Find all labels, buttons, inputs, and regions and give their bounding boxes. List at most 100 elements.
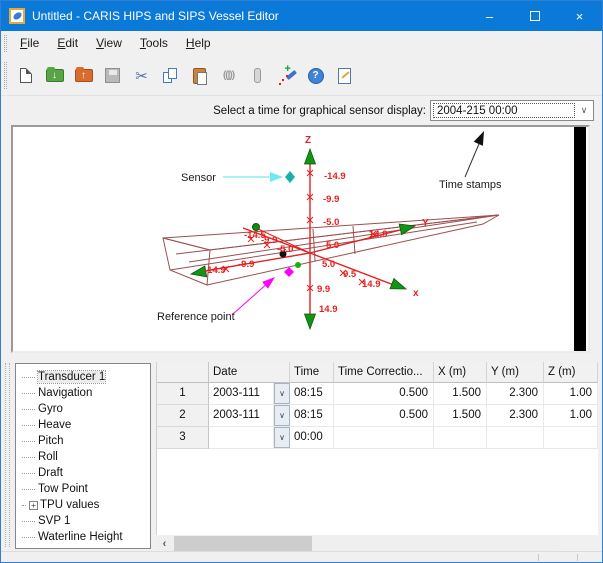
window-title: Untitled - CARIS HIPS and SIPS Vessel Ed… [32,9,467,23]
digitize-points-button[interactable]: + [272,62,301,90]
y-cell[interactable]: 2.300 [487,383,544,405]
caris-logo-blob [12,11,23,21]
help-icon: ? [308,68,324,84]
column-header-x[interactable]: X (m) [434,362,487,383]
date-cell[interactable]: 2003-111 [209,405,274,427]
open-vessel-button[interactable]: ↓ [40,62,69,90]
tree-item-gyro[interactable]: Gyro [16,401,150,417]
time-cell[interactable]: 08:15 [290,405,334,427]
minimize-button[interactable]: – [467,1,512,31]
app-icon [9,8,25,24]
tree-item-tow-point[interactable]: Tow Point [16,481,150,497]
time-cell[interactable]: 00:00 [290,427,334,449]
tree-gripper [9,363,10,547]
open-folder-icon: ↓ [46,69,64,82]
broadcast-icon: ((|)) [223,70,234,81]
time-correction-cell[interactable]: 0.500 [334,405,434,427]
sensor-arrow-head [270,172,283,182]
column-header-time[interactable]: Time [290,362,334,383]
menu-file[interactable]: File [11,31,48,56]
toolbar: ↓ ↑ ✂ ((|)) + ? [1,56,602,96]
column-header-z[interactable]: Z (m) [544,362,598,383]
sensor-annotation: Sensor [181,172,216,184]
date-cell[interactable]: 2003-111 [209,383,274,405]
y-cell[interactable] [487,427,544,449]
tree-item-roll[interactable]: Roll [16,449,150,465]
scroll-left-button[interactable]: ‹ [156,536,173,551]
menu-bar: File Edit View Tools Help [1,31,602,56]
x-cell[interactable] [434,427,487,449]
reference-point-marker [284,267,294,277]
expand-icon[interactable]: + [29,501,38,510]
statusbar-separator [577,554,578,561]
tree-item-svp-1[interactable]: SVP 1 [16,513,150,529]
tree-item-navigation[interactable]: Navigation [16,385,150,401]
copy-button[interactable] [156,62,185,90]
reference-point-annotation: Reference point [157,311,235,323]
new-file-button[interactable] [11,62,40,90]
maximize-button[interactable] [512,1,557,31]
axis-tick-label: 14.9 [362,279,381,290]
cut-button[interactable]: ✂ [127,62,156,90]
reference-arrow-line [233,282,269,314]
column-header-y[interactable]: Y (m) [487,362,544,383]
save-vessel-as-button[interactable]: ↑ [69,62,98,90]
x-cell[interactable]: 1.500 [434,383,487,405]
axis-tick-label: 9.5 [343,269,357,280]
sensor-data-table: Date Time Time Correctio... X (m) Y (m) … [156,362,598,535]
timestamps-arrow-head [474,129,489,146]
y-axis-label: Y [422,218,429,229]
paste-icon [193,68,206,84]
column-header-time-correction[interactable]: Time Correctio... [334,362,434,383]
row-header[interactable]: 1 [157,383,209,405]
menu-edit[interactable]: Edit [48,31,87,56]
diagram-ticks: -14.9-9.9-5.0-14.5-9.9-5.05.05.09.514.91… [204,171,388,315]
z-cell[interactable]: 1.00 [544,383,598,405]
copy-icon [162,67,180,85]
date-cell[interactable] [209,427,274,449]
sensor-time-combobox[interactable]: 2004-215 00:00 ∨ [430,100,594,121]
tree-item-transducer-1[interactable]: Transducer 1 [16,369,150,385]
y-cell[interactable]: 2.300 [487,405,544,427]
tree-item-heave[interactable]: Heave [16,417,150,433]
menu-view[interactable]: View [87,31,131,56]
column-header-date[interactable]: Date [209,362,290,383]
menu-tools[interactable]: Tools [131,31,177,56]
x-positive-arrow [390,278,408,294]
view-edge-stripe [574,127,586,351]
time-cell[interactable]: 08:15 [290,383,334,405]
help-button[interactable]: ? [301,62,330,90]
z-top-arrow [305,149,316,164]
date-dropdown[interactable]: ∨ [274,427,290,449]
tree-item-waterline-height[interactable]: Waterline Height [16,529,150,545]
axis-tick-label: -9.9 [238,259,254,270]
chevron-down-icon[interactable]: ∨ [575,101,593,120]
status-bar [1,551,602,562]
sensor-time-value: 2004-215 00:00 [433,103,575,118]
time-correction-cell[interactable] [334,427,434,449]
date-dropdown[interactable]: ∨ [274,383,290,405]
time-correction-cell[interactable]: 0.500 [334,383,434,405]
vessel-3d-panel[interactable]: Sensor Time stamps Reference point Z Y x… [11,125,590,353]
row-header[interactable]: 3 [157,427,209,449]
edit-notes-button[interactable] [330,62,359,90]
horizontal-scrollbar[interactable]: ‹ [156,536,559,551]
save-button[interactable] [98,62,127,90]
save-as-folder-icon: ↑ [75,69,93,82]
tree-item-pitch[interactable]: Pitch [16,433,150,449]
paste-button[interactable] [185,62,214,90]
z-cell[interactable] [544,427,598,449]
tree-item-tpu-values[interactable]: +TPU values [16,497,150,513]
axis-tick-label: 5.0 [322,259,335,270]
row-header[interactable]: 2 [157,405,209,427]
z-cell[interactable]: 1.00 [544,405,598,427]
tree-item-draft[interactable]: Draft [16,465,150,481]
broadcast-button[interactable]: ((|)) [214,62,243,90]
x-cell[interactable]: 1.500 [434,405,487,427]
scrollbar-thumb[interactable] [174,536,312,551]
menu-help[interactable]: Help [177,31,220,56]
close-button[interactable]: × [557,1,602,31]
date-dropdown[interactable]: ∨ [274,405,290,427]
sensor-probe-button[interactable] [243,62,272,90]
column-header-corner[interactable] [157,362,209,383]
